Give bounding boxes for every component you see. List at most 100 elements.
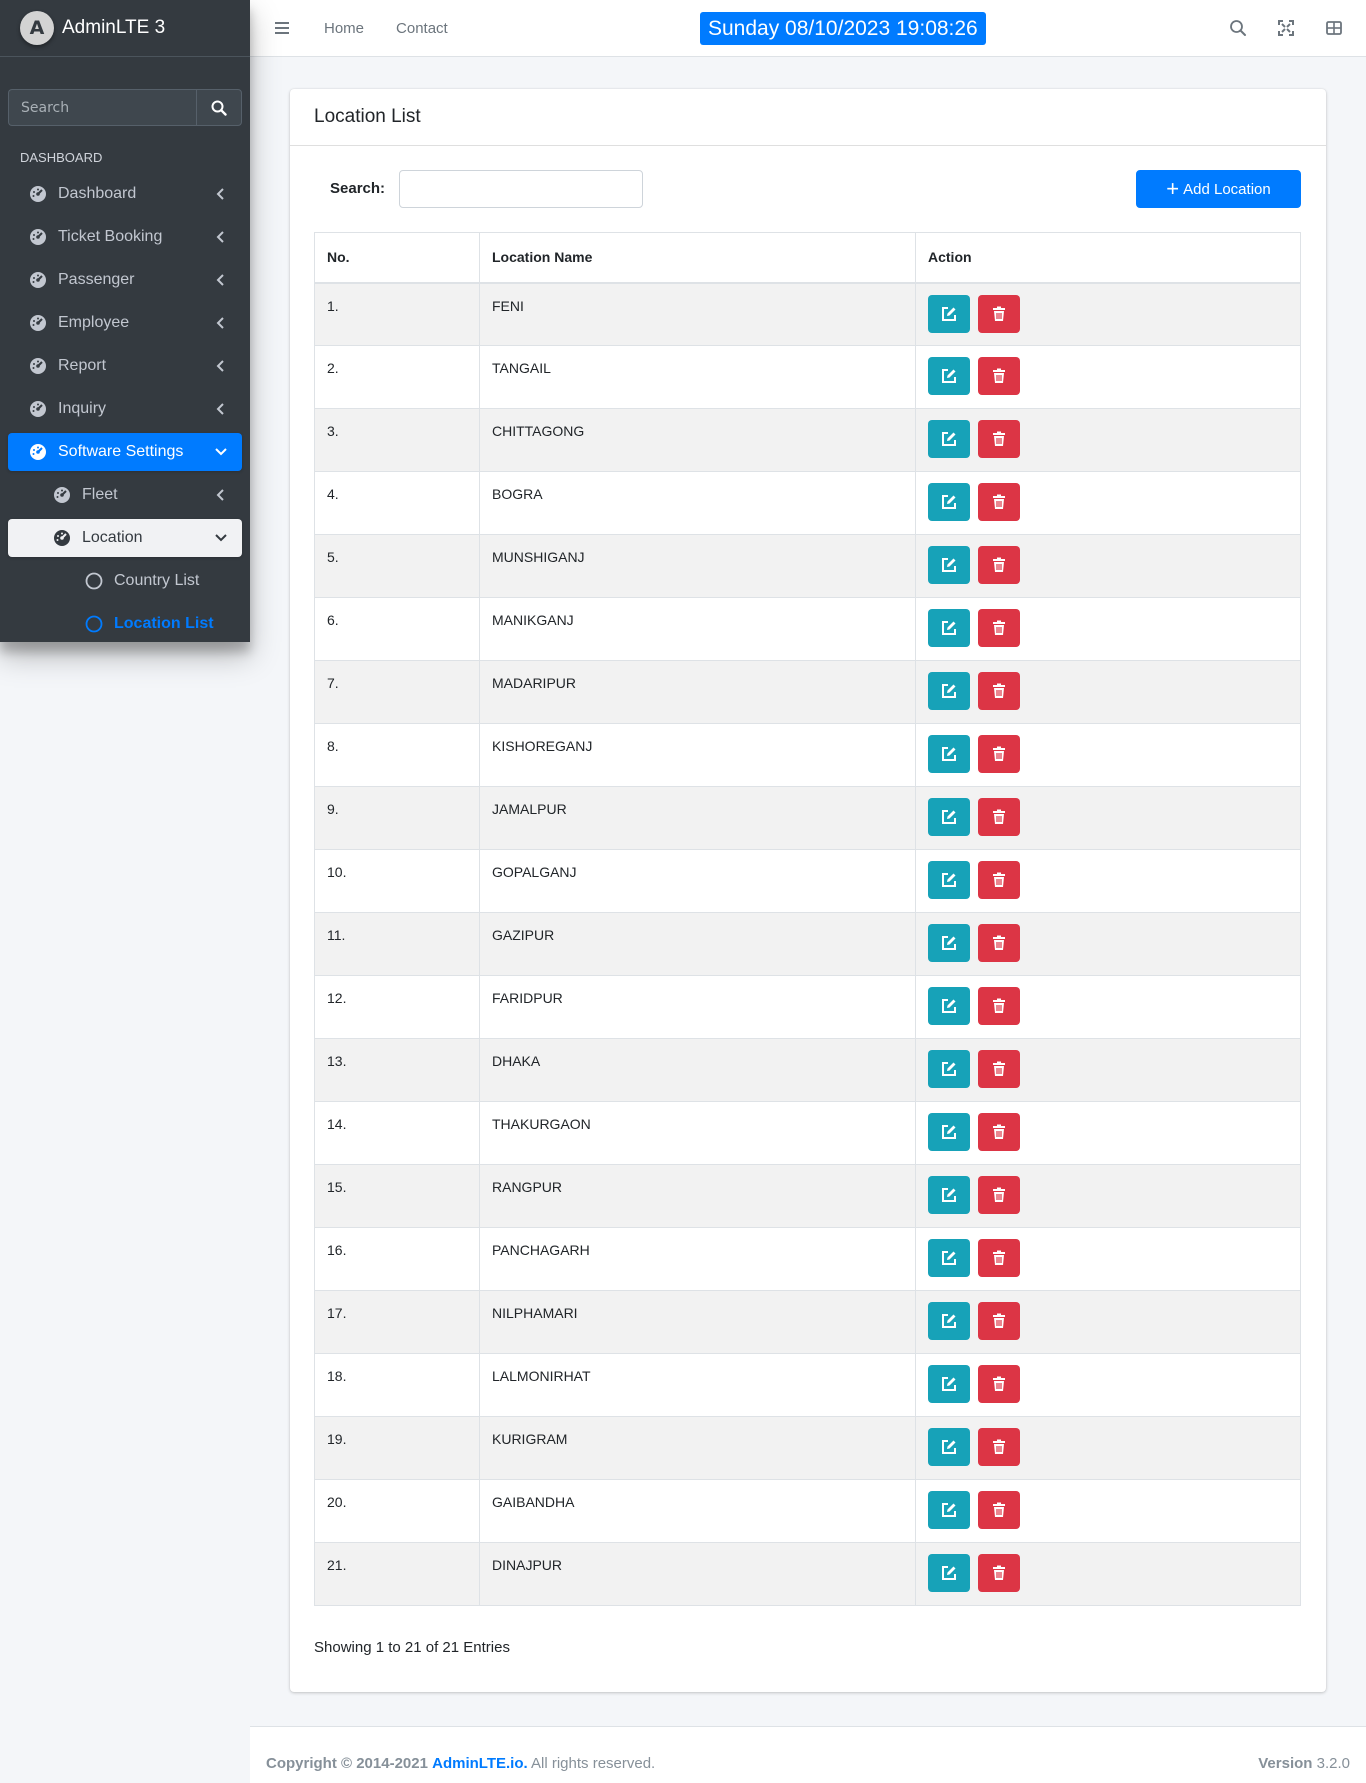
sidebar-search bbox=[8, 89, 242, 126]
edit-icon bbox=[942, 747, 956, 761]
delete-button[interactable] bbox=[978, 294, 1020, 333]
edit-button[interactable] bbox=[928, 294, 970, 333]
edit-icon bbox=[942, 684, 956, 698]
location-name: MUNSHIGANJ bbox=[479, 534, 916, 598]
edit-icon bbox=[942, 1251, 956, 1265]
row-actions bbox=[915, 1479, 1301, 1543]
tachometer-icon bbox=[28, 399, 48, 419]
version-info: Version 3.2.0 bbox=[1258, 1755, 1350, 1772]
tachometer-icon bbox=[28, 184, 48, 204]
delete-button[interactable] bbox=[978, 1176, 1020, 1214]
delete-button[interactable] bbox=[978, 546, 1020, 584]
adminlte-link[interactable]: AdminLTE.io. bbox=[432, 1755, 528, 1772]
delete-button[interactable] bbox=[978, 420, 1020, 458]
row-actions bbox=[915, 786, 1301, 850]
chevron-left-icon bbox=[214, 187, 228, 201]
row-actions bbox=[915, 660, 1301, 724]
location-name: GAZIPUR bbox=[479, 912, 916, 976]
delete-button[interactable] bbox=[978, 609, 1020, 647]
edit-button[interactable] bbox=[928, 1176, 970, 1214]
table-row: 8. KISHOREGANJ bbox=[314, 723, 1301, 787]
edit-button[interactable] bbox=[928, 798, 970, 836]
row-actions bbox=[915, 1164, 1301, 1228]
delete-button[interactable] bbox=[978, 924, 1020, 962]
edit-button[interactable] bbox=[928, 735, 970, 773]
sidebar-item-employee[interactable]: Employee bbox=[8, 304, 242, 342]
brand-name: AdminLTE 3 bbox=[62, 17, 166, 38]
delete-button[interactable] bbox=[978, 798, 1020, 836]
edit-button[interactable] bbox=[928, 861, 970, 899]
nav-link-home[interactable]: Home bbox=[324, 20, 364, 37]
delete-button[interactable] bbox=[978, 735, 1020, 773]
edit-button[interactable] bbox=[928, 1113, 970, 1151]
location-name: FARIDPUR bbox=[479, 975, 916, 1039]
edit-button[interactable] bbox=[928, 1554, 970, 1592]
delete-button[interactable] bbox=[978, 483, 1020, 521]
grid-panel-icon[interactable] bbox=[1324, 18, 1344, 38]
sidebar-item-report[interactable]: Report bbox=[8, 347, 242, 385]
table-row: 3. CHITTAGONG bbox=[314, 408, 1301, 472]
fullscreen-icon[interactable] bbox=[1276, 18, 1296, 38]
top-navbar: Home Contact Sunday 08/10/2023 19:08:26 bbox=[250, 0, 1366, 57]
search-icon[interactable] bbox=[1228, 18, 1248, 38]
edit-icon bbox=[942, 1314, 956, 1328]
sidebar-item-dashboard[interactable]: Dashboard bbox=[8, 175, 242, 213]
delete-button[interactable] bbox=[978, 357, 1020, 395]
edit-button[interactable] bbox=[928, 672, 970, 710]
chevron-left-icon bbox=[214, 488, 228, 502]
row-number: 3. bbox=[314, 408, 480, 472]
menu-toggle-icon[interactable] bbox=[272, 18, 292, 38]
sidebar-item-ticket-booking[interactable]: Ticket Booking bbox=[8, 218, 242, 256]
delete-button[interactable] bbox=[978, 1428, 1020, 1466]
row-number: 2. bbox=[314, 345, 480, 409]
edit-button[interactable] bbox=[928, 546, 970, 584]
sidebar-item-location-list[interactable]: Location List bbox=[8, 605, 242, 643]
edit-button[interactable] bbox=[928, 420, 970, 458]
sidebar-search-input[interactable] bbox=[8, 89, 196, 126]
delete-button[interactable] bbox=[978, 1239, 1020, 1277]
edit-button[interactable] bbox=[928, 987, 970, 1025]
sidebar-item-country-list[interactable]: Country List bbox=[8, 562, 242, 600]
edit-button[interactable] bbox=[928, 1365, 970, 1403]
sidebar-item-fleet[interactable]: Fleet bbox=[8, 476, 242, 514]
sidebar-search-button[interactable] bbox=[196, 89, 242, 126]
delete-button[interactable] bbox=[978, 1554, 1020, 1592]
edit-button[interactable] bbox=[928, 1491, 970, 1529]
sidebar-item-software-settings[interactable]: Software Settings bbox=[8, 433, 242, 471]
edit-icon bbox=[942, 558, 956, 572]
brand-link[interactable]: A AdminLTE 3 bbox=[0, 0, 250, 57]
edit-button[interactable] bbox=[928, 357, 970, 395]
add-location-label: Add Location bbox=[1183, 180, 1271, 198]
row-number: 1. bbox=[314, 282, 480, 346]
edit-button[interactable] bbox=[928, 483, 970, 521]
delete-button[interactable] bbox=[978, 861, 1020, 899]
nav-header: DASHBOARD bbox=[20, 150, 103, 165]
delete-button[interactable] bbox=[978, 1302, 1020, 1340]
delete-button[interactable] bbox=[978, 1365, 1020, 1403]
location-name: THAKURGAON bbox=[479, 1101, 916, 1165]
edit-button[interactable] bbox=[928, 1302, 970, 1340]
edit-button[interactable] bbox=[928, 609, 970, 647]
edit-button[interactable] bbox=[928, 924, 970, 962]
edit-icon bbox=[942, 1566, 956, 1580]
trash-icon bbox=[993, 1250, 1005, 1265]
delete-button[interactable] bbox=[978, 987, 1020, 1025]
location-search-input[interactable] bbox=[399, 170, 643, 208]
delete-button[interactable] bbox=[978, 672, 1020, 710]
location-name: DHAKA bbox=[479, 1038, 916, 1102]
tachometer-icon bbox=[52, 528, 72, 548]
sidebar-item-location[interactable]: Location bbox=[8, 519, 242, 557]
sidebar-item-inquiry[interactable]: Inquiry bbox=[8, 390, 242, 428]
edit-button[interactable] bbox=[928, 1239, 970, 1277]
edit-button[interactable] bbox=[928, 1428, 970, 1466]
delete-button[interactable] bbox=[978, 1491, 1020, 1529]
nav-link-contact[interactable]: Contact bbox=[396, 20, 448, 37]
table-row: 19. KURIGRAM bbox=[314, 1416, 1301, 1480]
delete-button[interactable] bbox=[978, 1050, 1020, 1088]
sidebar-item-passenger[interactable]: Passenger bbox=[8, 261, 242, 299]
table-header-row: No. Location Name Action bbox=[314, 232, 1301, 284]
delete-button[interactable] bbox=[978, 1113, 1020, 1151]
add-location-button[interactable]: + Add Location bbox=[1136, 170, 1301, 208]
table-row: 7. MADARIPUR bbox=[314, 660, 1301, 724]
edit-button[interactable] bbox=[928, 1050, 970, 1088]
